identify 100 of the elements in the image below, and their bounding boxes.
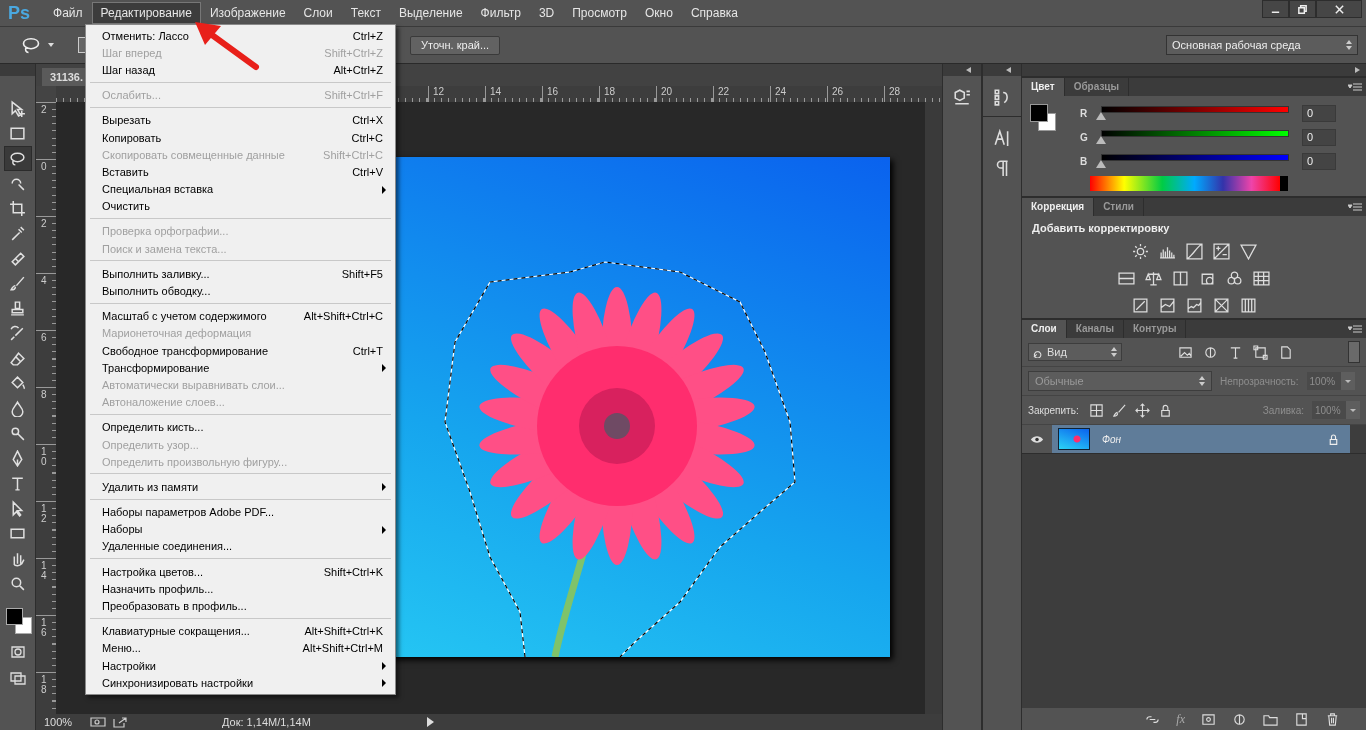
panel-tab[interactable]: Контуры: [1124, 320, 1187, 338]
menu-item[interactable]: Выделение: [389, 2, 472, 24]
menu-item[interactable]: Настройки: [88, 657, 393, 675]
menu-item[interactable]: Удаленные соединения...: [88, 537, 393, 556]
menu-item[interactable]: Наборы параметров Adobe PDF...: [88, 503, 393, 521]
screen-mode-icon[interactable]: [8, 670, 27, 686]
panel-tab[interactable]: Слои: [1022, 320, 1067, 338]
menu-item[interactable]: Текст: [341, 2, 390, 24]
balance-scale-icon[interactable]: [1145, 270, 1162, 287]
menu-item[interactable]: Наборы: [88, 520, 393, 538]
menu-item[interactable]: Выполнить обводку...: [88, 282, 393, 300]
panel-tab[interactable]: Коррекция: [1022, 198, 1095, 216]
play-icon[interactable]: [426, 717, 434, 727]
mask-icon[interactable]: [1201, 711, 1216, 727]
minimize-button[interactable]: [1262, 0, 1289, 18]
collapse-icon[interactable]: [1006, 67, 1011, 73]
restore-button[interactable]: [1289, 0, 1316, 18]
menu-item[interactable]: Удалить из памяти: [88, 478, 393, 496]
circles-icon[interactable]: [1226, 270, 1243, 287]
move-icon[interactable]: [1134, 402, 1150, 418]
collapse-icon[interactable]: [966, 67, 971, 73]
filter-toggle[interactable]: [1348, 341, 1360, 363]
menu-item[interactable]: Клавиатурные сокращения... Alt+Shift+Ctrl+K: [88, 622, 393, 640]
menu-item[interactable]: 3D: [529, 2, 564, 24]
menu-item[interactable]: Масштаб с учетом содержимого Alt+Shift+Ctrl+C: [88, 307, 393, 325]
slider-thumb[interactable]: [1096, 112, 1106, 120]
channel-value-field[interactable]: 0: [1302, 152, 1336, 170]
menu-item[interactable]: Синхронизировать настройки: [88, 674, 393, 692]
new-layer-icon[interactable]: [1294, 711, 1309, 727]
share-icon[interactable]: [112, 716, 128, 728]
expand-icon[interactable]: [1355, 67, 1360, 73]
menu-item[interactable]: Копировать Ctrl+C: [88, 128, 393, 147]
panel-tab[interactable]: Образцы: [1064, 78, 1130, 96]
workspace-dropdown[interactable]: Основная рабочая среда: [1166, 35, 1358, 55]
transform-icon[interactable]: [1253, 344, 1268, 360]
layer-filter-dropdown[interactable]: Вид: [1028, 343, 1122, 361]
close-button[interactable]: [1316, 0, 1362, 18]
restore-icon[interactable]: [1297, 3, 1308, 15]
posterize-icon[interactable]: [1158, 297, 1176, 314]
menu-item[interactable]: Специальная вставка: [88, 180, 393, 198]
caret-icon[interactable]: [48, 43, 54, 47]
quick-mask-icon[interactable]: [8, 644, 27, 660]
color-spectrum[interactable]: [1090, 176, 1288, 191]
menu-item[interactable]: Окно: [636, 2, 682, 24]
refine-edge-button[interactable]: Уточн. край...: [410, 35, 501, 55]
layer-row[interactable]: Фон: [1052, 425, 1350, 453]
collapse-bar[interactable]: [983, 64, 1021, 76]
type-icon[interactable]: [1228, 344, 1243, 360]
panel-menu-icon[interactable]: [1348, 202, 1362, 212]
menu-item[interactable]: Выполнить заливку... Shift+F5: [88, 265, 393, 283]
menu-item[interactable]: Настройка цветов... Shift+Ctrl+K: [88, 563, 393, 581]
brightness-icon[interactable]: [1131, 243, 1149, 260]
menu-item[interactable]: Справка: [681, 2, 747, 24]
menu-item[interactable]: Меню... Alt+Shift+Ctrl+M: [88, 639, 393, 657]
menu-item[interactable]: Вырезать Ctrl+X: [88, 111, 393, 129]
menu-item[interactable]: Фильтр: [471, 2, 530, 24]
character-panel-icon[interactable]: [993, 129, 1011, 147]
lasso-tool-icon[interactable]: [3, 146, 32, 171]
eye-icon[interactable]: [1030, 434, 1044, 444]
document-icon[interactable]: [1278, 344, 1293, 360]
channel-value-field[interactable]: 0: [1302, 104, 1336, 122]
status-icon[interactable]: [90, 716, 106, 728]
exposure-icon[interactable]: [1212, 243, 1230, 260]
image-icon[interactable]: [1178, 344, 1193, 360]
checker-icon[interactable]: [1088, 402, 1104, 418]
panel-tab[interactable]: Стили: [1094, 198, 1144, 216]
channel-value-field[interactable]: 0: [1302, 128, 1336, 146]
menu-item[interactable]: Редактирование: [91, 2, 201, 24]
menu-item[interactable]: Просмотр: [563, 2, 637, 24]
panel-menu-icon[interactable]: [1348, 82, 1362, 92]
menu-item[interactable]: Отменить: Лассо Ctrl+Z: [88, 27, 393, 45]
slider-thumb[interactable]: [1096, 136, 1106, 144]
collapse-bar[interactable]: [943, 64, 981, 76]
menu-item[interactable]: Назначить профиль...: [88, 580, 393, 598]
menu-item[interactable]: Определить кисть...: [88, 418, 393, 436]
cube-panel-icon[interactable]: [953, 88, 971, 106]
menu-item[interactable]: Файл: [44, 2, 92, 24]
menu-item[interactable]: Свободное трансформирование Ctrl+T: [88, 342, 393, 360]
panel-tab[interactable]: Каналы: [1066, 320, 1124, 338]
menu-item[interactable]: Преобразовать в профиль...: [88, 597, 393, 615]
panel-menu-icon[interactable]: [1348, 324, 1362, 334]
menu-item[interactable]: Очистить: [88, 197, 393, 215]
hue-saturation-icon[interactable]: [1118, 270, 1135, 287]
slider-thumb[interactable]: [1096, 160, 1106, 168]
lasso-icon[interactable]: [20, 35, 42, 55]
dropdown-caret-icon[interactable]: [1346, 401, 1360, 419]
close-icon[interactable]: [1333, 3, 1345, 15]
brush-icon[interactable]: [1111, 402, 1127, 418]
menu-item[interactable]: Изображение: [200, 2, 295, 24]
menu-item[interactable]: Трансформирование: [88, 359, 393, 377]
layer-effects-button[interactable]: fx: [1176, 711, 1185, 727]
panel-tab[interactable]: Цвет: [1022, 78, 1065, 96]
trash-icon[interactable]: [1325, 711, 1340, 727]
curves-icon[interactable]: [1185, 243, 1203, 260]
grid-icon[interactable]: [1253, 270, 1270, 287]
invert-icon[interactable]: [1131, 297, 1149, 314]
triangle-icon[interactable]: [1239, 243, 1257, 260]
menu-item[interactable]: Слои: [294, 2, 342, 24]
menu-item[interactable]: Вставить Ctrl+V: [88, 163, 393, 181]
history-panel-icon[interactable]: [993, 88, 1011, 106]
